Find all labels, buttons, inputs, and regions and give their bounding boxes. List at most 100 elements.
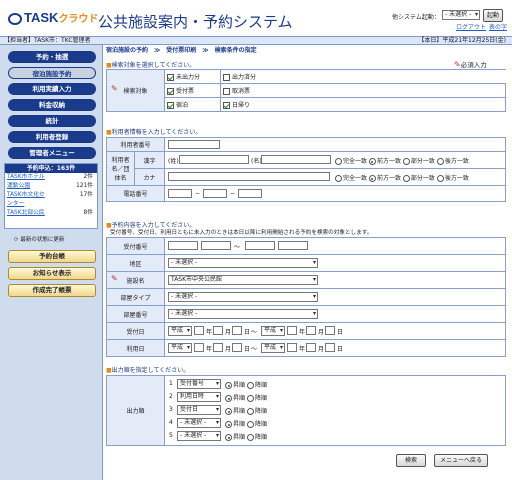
kanji-match-group[interactable]: 完全一致 前方一致 部分一致 後方一致 xyxy=(335,156,469,165)
nav-usage-input[interactable]: 利用実績入力 xyxy=(8,83,96,95)
required-icon: ✎ xyxy=(111,274,118,283)
district-label: 地区 xyxy=(106,254,165,272)
receipt-year-from[interactable] xyxy=(194,326,204,335)
kana-match-group[interactable]: 完全一致 前方一致 部分一致 後方一致 xyxy=(335,173,469,182)
kana-input[interactable] xyxy=(168,172,330,181)
reservation-ledger-button[interactable]: 予約台帳 xyxy=(8,250,96,263)
receipt-no-from2-input[interactable] xyxy=(201,241,231,250)
search-button[interactable]: 検索 xyxy=(396,454,426,467)
back-to-menu-button[interactable]: メニューへ戻る xyxy=(434,454,488,467)
receipt-day-to[interactable] xyxy=(325,326,335,335)
order-row[interactable]: 1 受付番号 ▾ 昇順 降順 xyxy=(169,378,501,391)
nav-reserve-lottery[interactable]: 予約・抽選 xyxy=(8,51,96,63)
order-cell: 1 受付番号 ▾ 昇順 降順 2 利用日時 ▾ 昇順 降順 3 受付日 ▾ 昇順 降順 4- 未選… xyxy=(164,375,506,446)
phone-3-input[interactable] xyxy=(238,189,262,198)
use-day-from[interactable] xyxy=(232,343,242,352)
nav-lodging-reserve[interactable]: 宿泊施設予約 xyxy=(8,67,96,79)
status-row[interactable]: TASK北部公民 8件 xyxy=(5,209,97,218)
room-number-label: 部屋番号 xyxy=(106,305,165,323)
section-user-heading: ■利用者情報を入力してください。 xyxy=(106,129,202,136)
order-label: 出力順 xyxy=(106,375,165,446)
brand-logo: TASKクラウド xyxy=(8,10,98,25)
status-bar: 【担当者】TASK市：TKC管理者 【本日】平成21年12月25日(金) xyxy=(0,36,512,45)
use-year-from[interactable] xyxy=(194,343,204,352)
reservation-status-box: 予約申込：163件 TASK市ホテル 2件 運動公園 121件 TASK市文化セ 17… xyxy=(4,163,98,229)
status-row[interactable]: TASK市ホテル 2件 xyxy=(5,173,97,182)
refresh-icon: ⟳ xyxy=(14,237,19,243)
opt-unprinted[interactable]: 未出力分 xyxy=(164,69,221,84)
receipt-day-from[interactable] xyxy=(232,326,242,335)
kana-cell: 完全一致 前方一致 部分一致 後方一致 xyxy=(164,168,506,186)
room-type-select[interactable]: - 未選択 - ▾ xyxy=(168,292,318,302)
receipt-no-from-input[interactable] xyxy=(168,241,198,250)
launch-label: 他システム起動： xyxy=(392,14,440,21)
kanji-sei-input[interactable] xyxy=(179,155,249,164)
order-row[interactable]: 2 利用日時 ▾ 昇順 降順 xyxy=(169,391,501,404)
order-row[interactable]: 3 受付日 ▾ 昇順 降順 xyxy=(169,404,501,417)
use-era-from[interactable]: 平成 ▾ xyxy=(168,343,192,353)
receipt-date-cell: 平成 ▾ 年月日〜 平成 ▾ 年月日 xyxy=(164,322,506,340)
notice-button[interactable]: お知らせ表示 xyxy=(8,267,96,280)
receipt-month-from[interactable] xyxy=(213,326,223,335)
receipt-no-to-input[interactable] xyxy=(245,241,275,250)
header: TASKクラウド 公共施設案内・予約システム 他システム起動： - 未選択 - ▾… xyxy=(0,0,512,36)
section-target-heading: ■検索対象を選択してください。 xyxy=(106,62,196,69)
opt-dayuse[interactable]: 日帰り xyxy=(220,97,506,112)
status-row[interactable]: ンター xyxy=(5,200,97,209)
launch-select[interactable]: - 未選択 - ▾ xyxy=(442,10,480,20)
pen-icon: ✎ xyxy=(454,60,461,69)
room-number-select[interactable]: - 未選択 - ▾ xyxy=(168,309,318,319)
order-table: 出力順 1 受付番号 ▾ 昇順 降順 2 利用日時 ▾ 昇順 降順 3 受付日 ▾ 昇順 降順 4… xyxy=(106,375,506,446)
main-content: 宿泊施設の予約 ≫ 受付票印刷 ≫ 検索条件の指定 ■検索対象を選択してください… xyxy=(104,45,512,480)
required-legend: ✎必須入力 xyxy=(454,60,487,69)
nav-user-register[interactable]: 利用者登録 xyxy=(8,131,96,143)
use-month-to[interactable] xyxy=(306,343,316,352)
operator-info: 【担当者】TASK市：TKC管理者 xyxy=(4,37,91,44)
user-table: 利用者番号 利用者名／団体名 漢字 (姓) (名) 完全一致 前方一致 部分一致 … xyxy=(106,137,506,202)
receipt-era-from[interactable]: 平成 ▾ xyxy=(168,326,192,336)
completed-report-button[interactable]: 作成完了帳票 xyxy=(8,284,96,297)
use-date-label: 利用日 xyxy=(106,339,165,357)
kana-label: カナ xyxy=(134,168,165,186)
kanji-mei-input[interactable] xyxy=(261,155,331,164)
facility-label: ✎ 施設名 xyxy=(106,271,165,289)
use-day-to[interactable] xyxy=(325,343,335,352)
status-row[interactable]: 運動公園 121件 xyxy=(5,182,97,191)
system-title: 公共施設案内・予約システム xyxy=(98,13,293,31)
facility-select[interactable]: TASK市中央公民館 ▾ xyxy=(168,275,318,285)
logout-link[interactable]: ログアウト xyxy=(456,22,486,31)
district-select[interactable]: - 未選択 - ▾ xyxy=(168,258,318,268)
today-date: 【本日】平成21年12月25日(金) xyxy=(418,37,506,44)
help-link[interactable]: 表の字 xyxy=(489,22,507,31)
receipt-no-to2-input[interactable] xyxy=(278,241,308,250)
sidebar: 予約・抽選 宿泊施設予約 利用実績入力 料金収納 統計 利用者登録 管理者メニュ… xyxy=(0,45,103,480)
breadcrumb: 宿泊施設の予約 ≫ 受付票印刷 ≫ 検索条件の指定 xyxy=(106,47,257,54)
phone-label: 電話番号 xyxy=(106,185,165,202)
opt-stay[interactable]: 宿泊 xyxy=(164,97,221,112)
phone-2-input[interactable] xyxy=(203,189,227,198)
use-year-to[interactable] xyxy=(287,343,297,352)
nav-statistics[interactable]: 統計 xyxy=(8,115,96,127)
order-row[interactable]: 4- 未選択 - ▾ 昇順 降順 xyxy=(169,417,501,430)
opt-receipt[interactable]: 受付票 xyxy=(164,83,221,98)
room-type-label: 部屋タイプ xyxy=(106,288,165,306)
receipt-year-to[interactable] xyxy=(287,326,297,335)
order-row[interactable]: 5- 未選択 - ▾ 昇順 降順 xyxy=(169,430,501,443)
phone-1-input[interactable] xyxy=(168,189,192,198)
status-row[interactable]: TASK市文化セ 17件 xyxy=(5,191,97,200)
receipt-month-to[interactable] xyxy=(306,326,316,335)
launch-button[interactable]: 起動 xyxy=(483,9,503,22)
nav-fee-collection[interactable]: 料金収納 xyxy=(8,99,96,111)
refresh-link[interactable]: ⟳ 最新の状態に更新 xyxy=(14,235,64,243)
target-table: ✎ 検索対象 未出力分 出力済分 受付票 取消票 宿泊 日帰り xyxy=(106,69,506,112)
opt-cancel[interactable]: 取消票 xyxy=(220,83,506,98)
user-number-input[interactable] xyxy=(168,140,220,149)
nav-admin-menu[interactable]: 管理者メニュー xyxy=(8,147,96,159)
content-table: 受付番号 〜 地区 - 未選択 - ▾ ✎ 施設名 TASK市中央公民館 ▾ 部屋タイプ -… xyxy=(106,237,506,357)
phone-cell: − − xyxy=(164,185,506,202)
use-era-to[interactable]: 平成 ▾ xyxy=(261,343,285,353)
receipt-era-to[interactable]: 平成 ▾ xyxy=(261,326,285,336)
opt-printed[interactable]: 出力済分 xyxy=(220,69,506,84)
user-number-label: 利用者番号 xyxy=(106,137,165,152)
use-month-from[interactable] xyxy=(213,343,223,352)
